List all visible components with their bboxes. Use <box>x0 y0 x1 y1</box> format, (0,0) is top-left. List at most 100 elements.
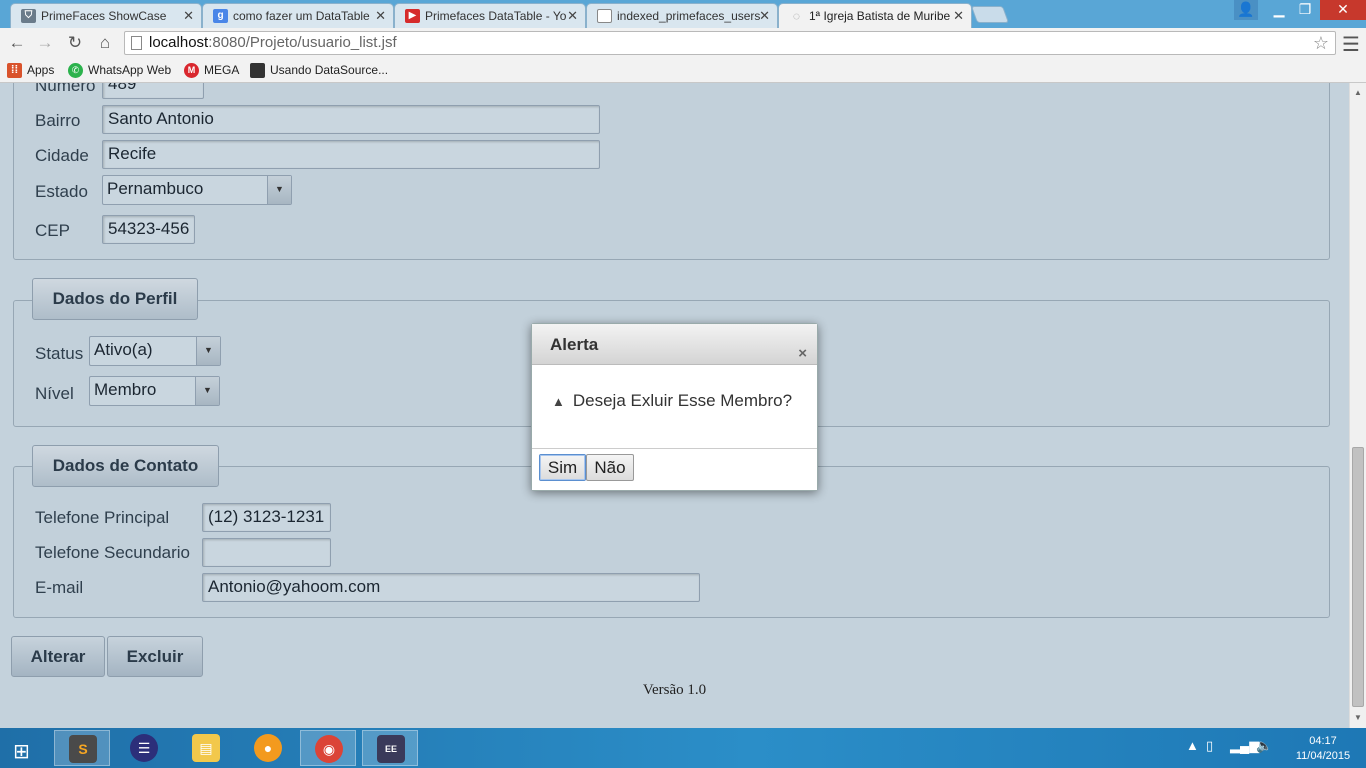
close-icon[interactable]: ✕ <box>183 8 194 24</box>
taskbar-clock[interactable]: 04:17 11/04/2015 <box>1288 734 1358 764</box>
restore-icon[interactable]: ❐ <box>1292 0 1318 20</box>
back-arrow-icon[interactable]: ← <box>6 32 28 54</box>
tab-title: 1ª Igreja Batista de Muribe <box>809 9 951 23</box>
chrome-icon: ◉ <box>315 735 343 763</box>
taskbar-eclipse[interactable]: ☰ <box>116 730 172 766</box>
windows-logo-icon: ⊞ <box>13 741 30 763</box>
email-label: E-mail <box>35 578 84 597</box>
taskbar-javaee-ide[interactable]: EE <box>362 730 418 766</box>
cep-field[interactable]: 54323-456 <box>102 215 195 244</box>
tel-secundario-label: Telefone Secundario <box>35 543 191 562</box>
scroll-down-arrow-icon[interactable]: ▼ <box>1350 710 1366 726</box>
dialog-message: Deseja Exluir Esse Membro? <box>572 391 793 410</box>
nivel-select[interactable]: Membro ▼ <box>89 376 220 406</box>
estado-select[interactable]: Pernambuco ▼ <box>102 175 292 205</box>
scroll-up-arrow-icon[interactable]: ▲ <box>1350 85 1366 101</box>
google-icon: g <box>213 9 228 23</box>
contato-legend[interactable]: Dados de Contato <box>32 445 219 487</box>
perfil-legend[interactable]: Dados do Perfil <box>32 278 198 320</box>
taskbar-sublime[interactable]: S <box>54 730 110 766</box>
clock-date: 11/04/2015 <box>1295 750 1351 762</box>
url-path: :8080/Projeto/usuario_list.jsf <box>208 34 397 51</box>
taskbar-chrome[interactable]: ◉ <box>300 730 356 766</box>
tab-title: PrimeFaces ShowCase <box>41 9 167 23</box>
document-icon <box>597 9 612 23</box>
bookmark-label: Apps <box>27 63 55 77</box>
tab-google-search[interactable]: g como fazer um DataTable ✕ <box>202 3 394 28</box>
javaee-ide-icon: EE <box>377 735 405 763</box>
minimize-icon[interactable]: ▁ <box>1266 0 1292 20</box>
numero-field[interactable]: 489 <box>102 83 204 99</box>
reload-icon[interactable]: ↻ <box>64 32 86 54</box>
estado-selected-value: Pernambuco <box>107 179 204 198</box>
scrollbar-thumb[interactable] <box>1352 447 1364 707</box>
taskbar-glassfish[interactable]: ● <box>240 730 296 766</box>
nivel-selected-value: Membro <box>94 380 157 399</box>
battery-icon[interactable]: ▯ <box>1206 738 1213 754</box>
forward-arrow-icon[interactable]: → <box>34 32 56 54</box>
dialog-message-row: ▲ Deseja Exluir Esse Membro? <box>552 391 792 411</box>
bookmark-label: WhatsApp Web <box>88 63 172 77</box>
show-hidden-icons-icon[interactable]: ▲ <box>1186 738 1199 753</box>
close-icon[interactable]: ✕ <box>567 8 578 24</box>
tab-title: indexed_primefaces_users <box>617 9 761 23</box>
taskbar-file-explorer[interactable]: ▤ <box>178 730 234 766</box>
whatsapp-icon: ✆ <box>68 63 83 78</box>
status-label: Status <box>35 344 84 363</box>
star-icon[interactable]: ☆ <box>1313 32 1329 54</box>
chevron-down-icon[interactable]: ▼ <box>267 176 291 204</box>
tel-secundario-field[interactable] <box>202 538 331 567</box>
page-scrollbar[interactable]: ▲ ▼ <box>1349 83 1366 728</box>
cidade-label: Cidade <box>35 146 89 165</box>
bookmark-mega[interactable]: M MEGA <box>184 62 239 80</box>
dialog-title: Alerta <box>550 335 599 354</box>
browser-tab-bar: ⛉ PrimeFaces ShowCase ✕ g como fazer um … <box>0 0 1366 29</box>
close-icon[interactable]: ✕ <box>953 8 964 24</box>
menu-icon[interactable]: ☰ <box>1342 32 1360 57</box>
alterar-button[interactable]: Alterar <box>11 636 105 677</box>
eclipse-icon: ☰ <box>130 734 158 762</box>
youtube-icon: ▶ <box>405 9 420 23</box>
tel-principal-field[interactable]: (12) 3123-1231 <box>202 503 331 532</box>
address-bar[interactable]: localhost:8080/Projeto/usuario_list.jsf … <box>124 31 1336 55</box>
window-close-icon[interactable]: ✕ <box>1320 0 1366 20</box>
folder-icon: ▤ <box>192 734 220 762</box>
clock-time: 04:17 <box>1309 735 1337 747</box>
bairro-field[interactable]: Santo Antonio <box>102 105 600 134</box>
status-selected-value: Ativo(a) <box>94 340 153 359</box>
loading-icon: ◌ <box>792 9 801 23</box>
estado-label: Estado <box>35 182 88 201</box>
dialog-titlebar[interactable]: Alerta × <box>532 324 817 365</box>
bookmark-whatsapp[interactable]: ✆ WhatsApp Web <box>68 62 171 80</box>
tab-igreja-batista[interactable]: ◌ 1ª Igreja Batista de Muribe ✕ <box>778 3 972 29</box>
cidade-field[interactable]: Recife <box>102 140 600 169</box>
bookmark-apps[interactable]: ⁞⁞ Apps <box>7 62 54 80</box>
excluir-button[interactable]: Excluir <box>107 636 203 677</box>
tel-principal-label: Telefone Principal <box>35 508 170 527</box>
close-icon[interactable]: ✕ <box>759 8 770 24</box>
close-icon[interactable]: × <box>798 333 807 375</box>
user-profile-icon[interactable]: 👤 <box>1234 0 1258 20</box>
new-tab-button[interactable] <box>970 6 1010 23</box>
home-icon[interactable]: ⌂ <box>94 32 116 54</box>
bookmark-datasource[interactable]: Usando DataSource... <box>250 62 388 80</box>
tab-indexed-users[interactable]: indexed_primefaces_users ✕ <box>586 3 778 28</box>
close-icon[interactable]: ✕ <box>375 8 386 24</box>
status-select[interactable]: Ativo(a) ▼ <box>89 336 221 366</box>
tab-youtube[interactable]: ▶ Primefaces DataTable - Yo ✕ <box>394 3 586 28</box>
confirm-yes-button[interactable]: Sim <box>539 454 586 481</box>
email-field[interactable]: Antonio@yahoom.com <box>202 573 700 602</box>
network-signal-icon[interactable]: ▂▄▆ <box>1230 738 1259 754</box>
tab-primefaces-showcase[interactable]: ⛉ PrimeFaces ShowCase ✕ <box>10 3 202 28</box>
confirm-no-button[interactable]: Não <box>586 454 634 481</box>
start-button[interactable]: ⊞ <box>0 730 50 766</box>
chevron-down-icon[interactable]: ▼ <box>195 377 219 405</box>
windows-taskbar: ⊞ S ☰ ▤ ● ◉ EE ▲ ▯ ▂▄▆ 🔈 <box>0 728 1366 768</box>
cep-label: CEP <box>35 221 70 240</box>
numero-label: Número <box>35 83 96 95</box>
bookmark-label: Usando DataSource... <box>270 63 389 77</box>
tab-title: Primefaces DataTable - Yo <box>425 9 567 23</box>
warning-icon: ▲ <box>552 394 565 409</box>
volume-icon[interactable]: 🔈 <box>1256 738 1272 754</box>
chevron-down-icon[interactable]: ▼ <box>196 337 220 365</box>
